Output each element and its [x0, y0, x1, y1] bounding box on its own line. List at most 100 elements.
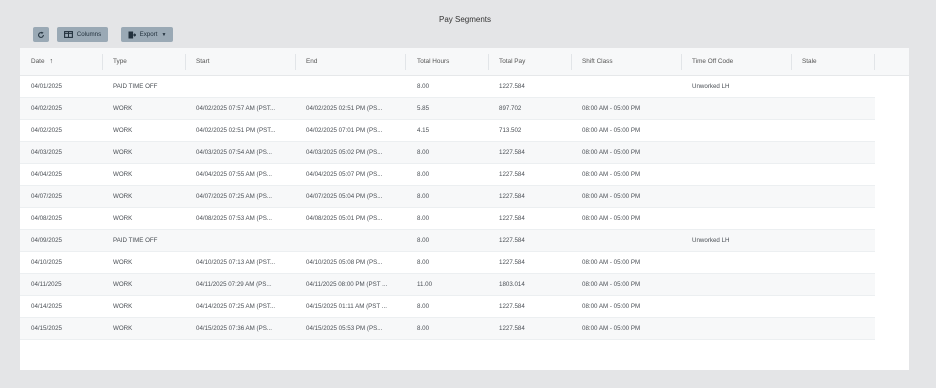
cell-start: 04/15/2025 07:36 AM (PS... — [196, 325, 273, 332]
table-row[interactable]: 04/04/2025 WORK 04/04/2025 07:55 AM (PS...… — [20, 164, 875, 186]
column-header-stale[interactable]: Stale — [802, 48, 817, 75]
cell-total-pay: 1803.014 — [499, 281, 525, 288]
cell-end: 04/10/2025 05:08 PM (PS... — [306, 259, 383, 266]
column-resize-handle[interactable] — [295, 54, 296, 70]
refresh-button[interactable] — [33, 27, 49, 42]
cell-total-hours: 8.00 — [417, 259, 430, 266]
cell-date: 04/02/2025 — [31, 127, 62, 134]
table-row[interactable]: 04/02/2025 WORK 04/02/2025 02:51 PM (PST..… — [20, 120, 875, 142]
cell-time-off-code: Unworked LH — [692, 237, 730, 244]
export-button[interactable]: Export ▼ — [121, 27, 173, 42]
cell-total-hours: 8.00 — [417, 215, 430, 222]
cell-shift-class: 08:00 AM - 05:00 PM — [582, 259, 641, 266]
cell-total-hours: 11.00 — [417, 281, 433, 288]
column-header-shift-class[interactable]: Shift Class — [582, 48, 613, 75]
cell-type: WORK — [113, 303, 133, 310]
cell-total-hours: 8.00 — [417, 237, 430, 244]
table-row[interactable]: 04/07/2025 WORK 04/07/2025 07:25 AM (PS...… — [20, 186, 875, 208]
cell-date: 04/11/2025 — [31, 281, 62, 288]
cell-date: 04/15/2025 — [31, 325, 62, 332]
column-header-start[interactable]: Start — [196, 48, 210, 75]
cell-shift-class: 08:00 AM - 05:00 PM — [582, 105, 641, 112]
cell-total-pay: 1227.584 — [499, 193, 525, 200]
cell-type: PAID TIME OFF — [113, 237, 158, 244]
table-row[interactable]: 04/09/2025 PAID TIME OFF 8.00 1227.584 Unwor… — [20, 230, 875, 252]
cell-time-off-code: Unworked LH — [692, 83, 730, 90]
column-header-end[interactable]: End — [306, 48, 317, 75]
cell-date: 04/03/2025 — [31, 149, 62, 156]
cell-end: 04/15/2025 05:53 PM (PS... — [306, 325, 383, 332]
cell-end: 04/08/2025 05:01 PM (PS... — [306, 215, 383, 222]
column-resize-handle[interactable] — [681, 54, 682, 70]
cell-total-pay: 1227.584 — [499, 325, 525, 332]
cell-start: 04/04/2025 07:55 AM (PS... — [196, 171, 273, 178]
cell-date: 04/14/2025 — [31, 303, 62, 310]
cell-total-pay: 713.502 — [499, 127, 522, 134]
column-resize-handle[interactable] — [571, 54, 572, 70]
cell-type: WORK — [113, 149, 133, 156]
column-header-total-pay[interactable]: Total Pay — [499, 48, 525, 75]
cell-type: WORK — [113, 259, 133, 266]
cell-type: WORK — [113, 171, 133, 178]
cell-total-hours: 4.15 — [417, 127, 430, 134]
pay-segments-table: Date ↑ Type Start End Total Hours Total … — [20, 48, 909, 370]
export-icon — [128, 31, 136, 39]
cell-start: 04/03/2025 07:54 AM (PS... — [196, 149, 273, 156]
table-row[interactable]: 04/08/2025 WORK 04/08/2025 07:53 AM (PS...… — [20, 208, 875, 230]
column-resize-handle[interactable] — [405, 54, 406, 70]
cell-end: 04/15/2025 01:11 AM (PST ... — [306, 303, 387, 310]
column-header-type[interactable]: Type — [113, 48, 127, 75]
cell-type: WORK — [113, 193, 133, 200]
column-header-time-off-code[interactable]: Time Off Code — [692, 48, 733, 75]
table-row[interactable]: 04/02/2025 WORK 04/02/2025 07:57 AM (PST..… — [20, 98, 875, 120]
cell-total-pay: 1227.584 — [499, 237, 525, 244]
cell-total-pay: 1227.584 — [499, 259, 525, 266]
cell-end: 04/04/2025 05:07 PM (PS... — [306, 171, 383, 178]
cell-start: 04/07/2025 07:25 AM (PS... — [196, 193, 273, 200]
table-row[interactable]: 04/01/2025 PAID TIME OFF 8.00 1227.584 Unwor… — [20, 76, 875, 98]
columns-icon — [63, 31, 73, 38]
column-resize-handle[interactable] — [791, 54, 792, 70]
cell-end: 04/03/2025 05:02 PM (PS... — [306, 149, 383, 156]
cell-shift-class: 08:00 AM - 05:00 PM — [582, 171, 641, 178]
cell-type: WORK — [113, 127, 133, 134]
cell-start: 04/02/2025 02:51 PM (PST... — [196, 127, 276, 134]
cell-total-pay: 1227.584 — [499, 303, 525, 310]
cell-total-hours: 8.00 — [417, 325, 430, 332]
sort-ascending-icon[interactable]: ↑ — [50, 58, 54, 65]
columns-button[interactable]: Columns — [57, 27, 108, 42]
cell-date: 04/01/2025 — [31, 83, 62, 90]
column-resize-handle[interactable] — [488, 54, 489, 70]
column-resize-handle[interactable] — [874, 54, 875, 70]
table-row[interactable]: 04/11/2025 WORK 04/11/2025 07:29 AM (PS...… — [20, 274, 875, 296]
cell-shift-class: 08:00 AM - 05:00 PM — [582, 193, 641, 200]
column-header-total-hours[interactable]: Total Hours — [417, 48, 449, 75]
table-row[interactable]: 04/03/2025 WORK 04/03/2025 07:54 AM (PS...… — [20, 142, 875, 164]
cell-type: PAID TIME OFF — [113, 83, 158, 90]
table-row[interactable]: 04/10/2025 WORK 04/10/2025 07:13 AM (PST..… — [20, 252, 875, 274]
cell-date: 04/02/2025 — [31, 105, 62, 112]
page-title: Pay Segments — [438, 15, 492, 24]
cell-total-hours: 8.00 — [417, 83, 430, 90]
cell-start: 04/10/2025 07:13 AM (PST... — [196, 259, 276, 266]
column-header-date[interactable]: Date ↑ — [31, 48, 53, 75]
table-row[interactable]: 04/14/2025 WORK 04/14/2025 07:25 AM (PST..… — [20, 296, 875, 318]
cell-type: WORK — [113, 325, 133, 332]
cell-start: 04/11/2025 07:29 AM (PS... — [196, 281, 272, 288]
cell-total-hours: 5.85 — [417, 105, 430, 112]
cell-total-pay: 1227.584 — [499, 83, 525, 90]
cell-total-pay: 897.702 — [499, 105, 522, 112]
cell-shift-class: 08:00 AM - 05:00 PM — [582, 127, 641, 134]
column-resize-handle[interactable] — [102, 54, 103, 70]
cell-date: 04/07/2025 — [31, 193, 62, 200]
cell-total-hours: 8.00 — [417, 303, 430, 310]
cell-total-pay: 1227.584 — [499, 149, 525, 156]
chevron-down-icon: ▼ — [161, 31, 167, 38]
cell-date: 04/09/2025 — [31, 237, 62, 244]
column-resize-handle[interactable] — [185, 54, 186, 70]
cell-shift-class: 08:00 AM - 05:00 PM — [582, 215, 641, 222]
cell-end: 04/02/2025 07:01 PM (PS... — [306, 127, 383, 134]
cell-date: 04/08/2025 — [31, 215, 62, 222]
cell-type: WORK — [113, 105, 133, 112]
table-row[interactable]: 04/15/2025 WORK 04/15/2025 07:36 AM (PS...… — [20, 318, 875, 340]
